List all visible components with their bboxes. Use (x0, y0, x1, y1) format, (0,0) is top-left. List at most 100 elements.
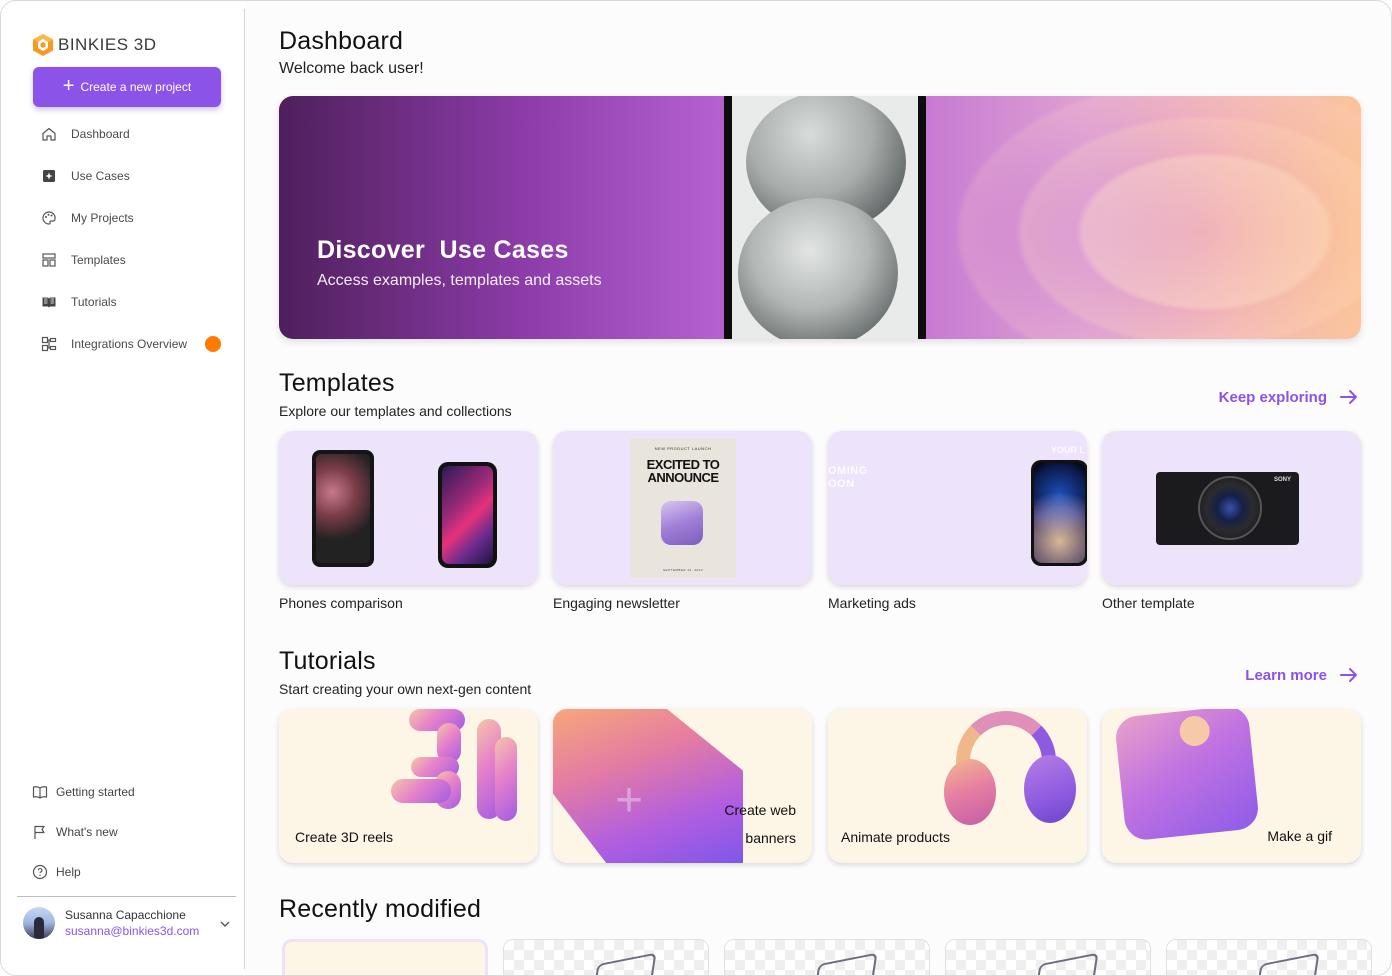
sidebar: BINKIES 3D + Create a new project Dashbo… (1, 1, 245, 975)
tutorial-label-line: banners (745, 830, 796, 846)
chevron-down-icon[interactable] (219, 918, 231, 930)
create-project-button[interactable]: + Create a new project (33, 67, 221, 107)
sidebar-item-label: Templates (71, 253, 126, 267)
recent-project-card[interactable] (503, 939, 709, 975)
3d-text-art (391, 709, 521, 829)
sidebar-item-label: Tutorials (71, 295, 117, 309)
sidebar-item-whats-new[interactable]: What's new (32, 812, 232, 852)
camera-brand-text: SONY (1273, 477, 1291, 483)
sidebar-item-my-projects[interactable]: My Projects (41, 197, 231, 239)
logo-text: BINKIES 3D (58, 35, 157, 54)
learn-more-link[interactable]: Learn more (1245, 666, 1359, 684)
user-profile[interactable]: Susanna Capacchione susanna@binkies3d.co… (23, 907, 199, 939)
plus-icon: + (62, 75, 75, 97)
notification-badge (205, 336, 222, 352)
hero-phone-image (724, 96, 926, 339)
recent-project-card[interactable] (282, 939, 488, 975)
sidebar-item-tutorials[interactable]: Tutorials (41, 281, 231, 323)
layout-icon (42, 253, 56, 267)
project-thumbnail-shape (1033, 952, 1099, 975)
template-card-marketing-ads[interactable]: OMING OON YOUR L (828, 431, 1087, 585)
tutorial-card-web-banners[interactable]: + Create web banners (553, 709, 812, 863)
headphones-art (938, 709, 1078, 839)
templates-subtitle: Explore our templates and collections (279, 403, 512, 419)
sidebar-item-help[interactable]: Help (32, 852, 232, 892)
use-cases-hero-banner[interactable]: Discover Use Cases Access examples, temp… (279, 96, 1361, 339)
marketing-corner-text: YOUR L (1050, 445, 1085, 455)
phone-image (438, 462, 497, 568)
phone-image (312, 450, 374, 567)
camera-image: SONY (1156, 472, 1299, 545)
sidebar-item-use-cases[interactable]: Use Cases (41, 155, 231, 197)
earbuds-case-image (661, 501, 703, 545)
user-name: Susanna Capacchione (65, 908, 186, 922)
sparkle-box-icon (43, 170, 55, 182)
home-icon (42, 127, 56, 141)
keep-exploring-link[interactable]: Keep exploring (1219, 388, 1359, 406)
learn-more-label: Learn more (1245, 666, 1327, 684)
tutorial-label: Animate products (841, 829, 950, 845)
template-caption: Marketing ads (828, 595, 916, 611)
open-book-icon (32, 786, 48, 799)
poster-headline: EXCITED TO ANNOUNCE (646, 457, 720, 485)
template-caption: Phones comparison (279, 595, 403, 611)
sidebar-item-label: Getting started (56, 785, 135, 799)
palette-icon (42, 211, 56, 225)
tutorial-label: Create 3D reels (295, 829, 394, 845)
tutorial-card-make-gif[interactable]: Make a gif (1102, 709, 1361, 863)
sidebar-item-getting-started[interactable]: Getting started (32, 772, 232, 812)
tutorial-label: Make a gif (1267, 828, 1332, 844)
project-thumbnail-shape (812, 952, 878, 975)
page-subtitle: Welcome back user! (279, 60, 424, 77)
tutorial-card-3d-reels[interactable]: Create 3D reels (279, 709, 538, 863)
recent-title: Recently modified (279, 895, 482, 923)
sidebar-item-label: Use Cases (71, 169, 130, 183)
template-caption: Other template (1102, 595, 1195, 611)
poster-bottom-text: SEPTEMBER 12, 2023 (662, 568, 703, 572)
recent-project-card[interactable] (1166, 939, 1372, 975)
tutorial-label: Create web banners (724, 796, 796, 852)
sidebar-item-label: Dashboard (71, 127, 130, 141)
avatar (23, 907, 55, 939)
phone-image (1031, 460, 1087, 566)
newsletter-poster-image: NEW PRODUCT LAUNCH EXCITED TO ANNOUNCE S… (630, 438, 736, 578)
page-title: Dashboard (279, 27, 404, 55)
tutorials-subtitle: Start creating your own next-gen content (279, 681, 532, 697)
template-card-phones-comparison[interactable] (279, 431, 538, 585)
integrations-icon (41, 336, 57, 352)
hero-subtitle: Access examples, templates and assets (317, 272, 602, 289)
camera-lens (1198, 476, 1262, 540)
sidebar-item-label: Help (56, 865, 81, 879)
sidebar-item-templates[interactable]: Templates (41, 239, 231, 281)
sidebar-nav: Dashboard Use Cases My Projects Template… (41, 113, 231, 365)
sidebar-item-label: My Projects (71, 211, 134, 225)
user-email: susanna@binkies3d.com (65, 924, 200, 938)
web-banner-art: + (553, 709, 743, 863)
book-icon (42, 297, 56, 308)
sidebar-item-dashboard[interactable]: Dashboard (41, 113, 231, 155)
create-project-label: Create a new project (80, 80, 192, 94)
template-card-newsletter[interactable]: NEW PRODUCT LAUNCH EXCITED TO ANNOUNCE S… (553, 431, 812, 585)
recent-project-card[interactable] (724, 939, 930, 975)
recent-project-card[interactable] (945, 939, 1151, 975)
image-frame-art (1113, 709, 1261, 842)
tutorials-title: Tutorials (279, 647, 376, 675)
tutorial-label-line: Create web (724, 802, 796, 818)
keep-exploring-label: Keep exploring (1218, 388, 1327, 406)
tutorial-card-animate-products[interactable]: Animate products (828, 709, 1087, 863)
sidebar-divider (244, 9, 245, 969)
project-thumbnail-shape (591, 952, 657, 975)
arrow-right-icon (1340, 390, 1357, 404)
sidebar-item-integrations[interactable]: Integrations Overview (41, 323, 231, 365)
app-window: BINKIES 3D + Create a new project Dashbo… (0, 0, 1392, 976)
sidebar-item-label: Integrations Overview (71, 337, 188, 351)
template-card-other[interactable]: SONY (1102, 431, 1361, 585)
hero-blob (738, 198, 898, 339)
divider (17, 896, 236, 897)
sidebar-bottom-nav: Getting started What's new Help (32, 772, 232, 892)
logo[interactable]: BINKIES 3D (32, 33, 157, 57)
hero-background-art (919, 96, 1361, 339)
hero-title: Discover Use Cases (317, 236, 569, 264)
arrow-right-icon (1340, 668, 1357, 682)
project-thumbnail-shape (1254, 952, 1320, 975)
